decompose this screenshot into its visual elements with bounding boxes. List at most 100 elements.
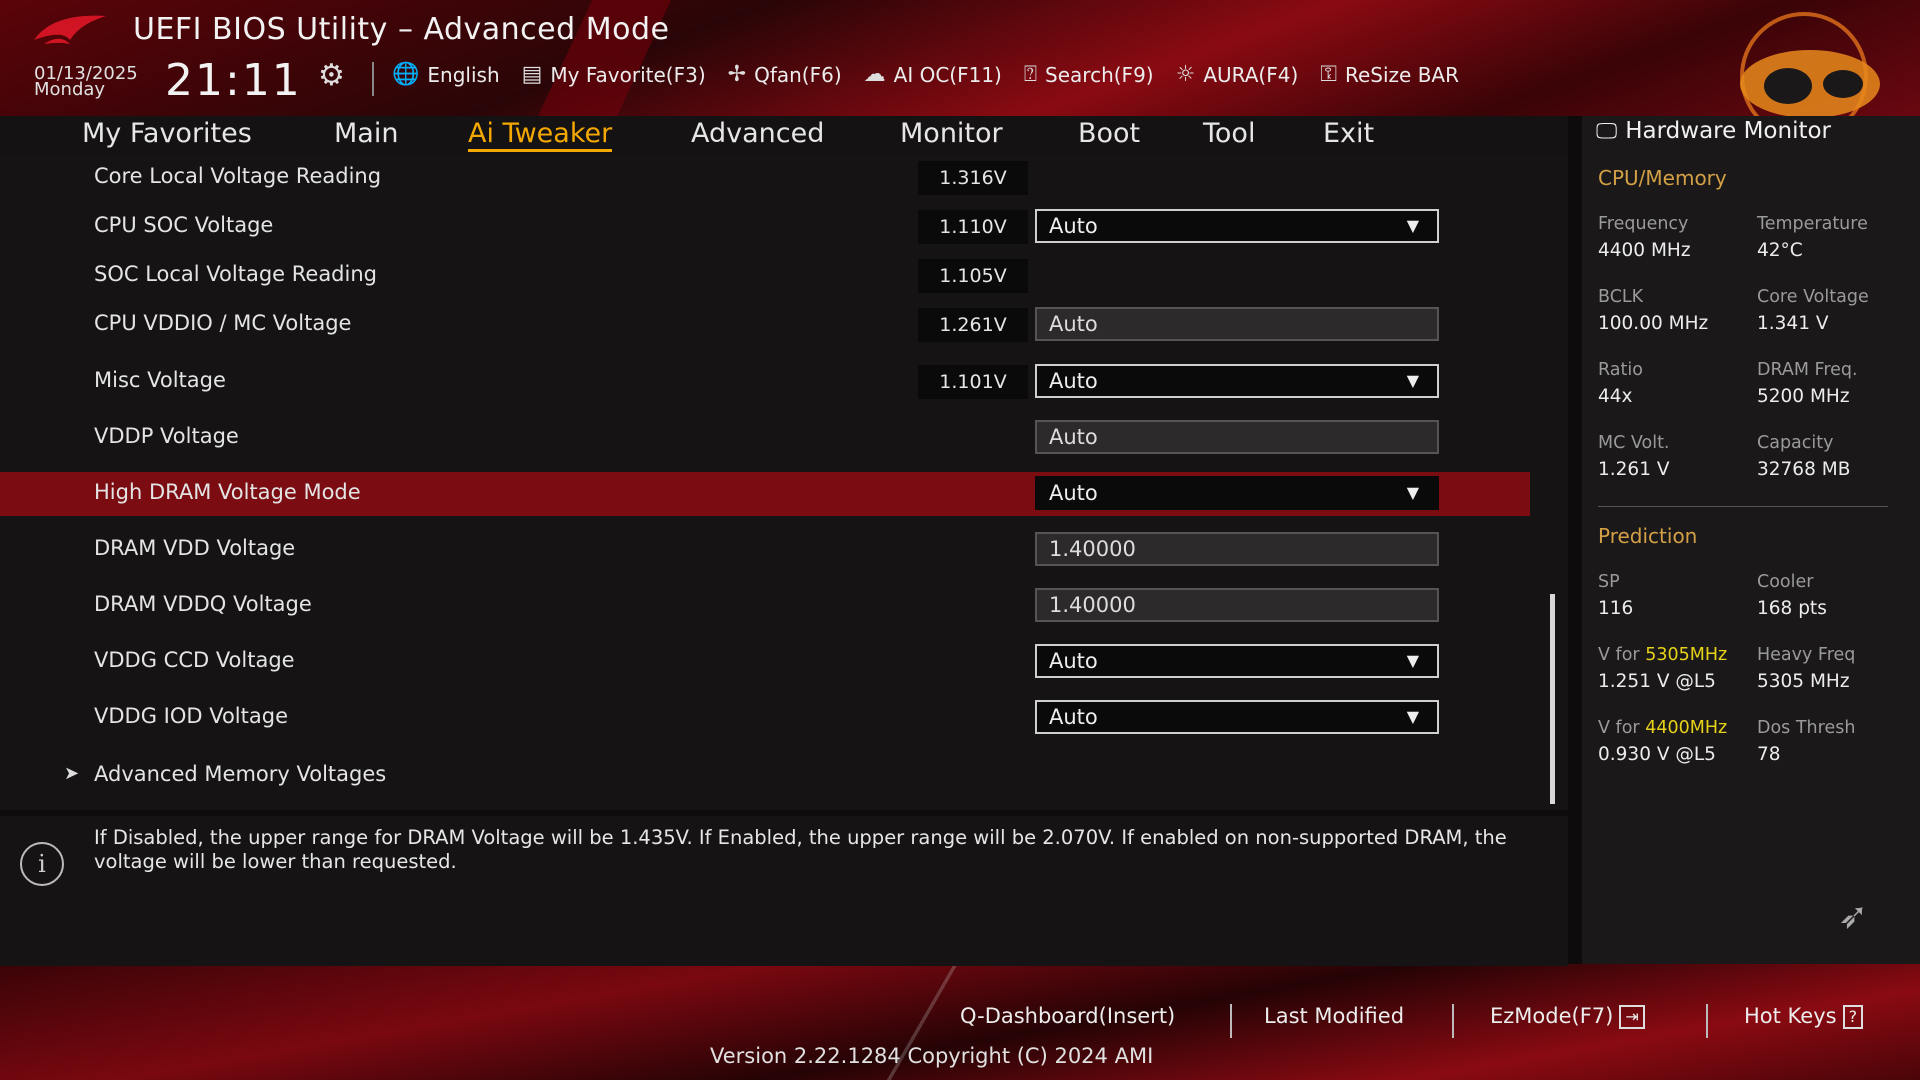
exit-arrow-icon: ⇥ — [1619, 1005, 1645, 1029]
ratio-value: 44x — [1598, 386, 1633, 407]
help-panel: i If Disabled, the upper range for DRAM … — [0, 816, 1568, 966]
setting-label: Misc Voltage — [94, 368, 226, 392]
high-dram-voltage-mode-dropdown[interactable]: Auto ▼ — [1035, 476, 1439, 510]
mc-volt-value: 1.261 V — [1598, 459, 1670, 480]
submenu-row[interactable]: ➤ Advanced Memory Voltages — [0, 754, 1530, 798]
frequency-label: Frequency — [1598, 214, 1689, 234]
cpu-memory-heading: CPU/Memory — [1598, 166, 1727, 190]
top-bar: UEFI BIOS Utility – Advanced Mode 01/13/… — [0, 0, 1920, 124]
sp-label: SP — [1598, 572, 1620, 592]
v-for-freq: 4400MHz — [1645, 718, 1728, 738]
setting-row[interactable]: DRAM VDDQ Voltage 1.40000 — [0, 584, 1530, 628]
ai-oc-button[interactable]: ☁ AI OC(F11) — [864, 62, 1002, 87]
dos-thresh-value: 78 — [1757, 744, 1781, 765]
core-voltage-label: Core Voltage — [1757, 287, 1869, 307]
aura-icon: ☼ — [1175, 62, 1196, 87]
setting-label: CPU VDDIO / MC Voltage — [94, 311, 352, 335]
setting-label: Core Local Voltage Reading — [94, 164, 382, 188]
info-icon: i — [20, 842, 64, 886]
help-question-icon: ? — [1842, 1005, 1864, 1029]
prediction-heading: Prediction — [1598, 524, 1698, 548]
tab-monitor[interactable]: Monitor — [900, 118, 1003, 149]
tab-exit[interactable]: Exit — [1323, 118, 1374, 149]
monitor-icon: 🖵 — [1596, 118, 1618, 144]
resize-bar-icon: ⚿ — [1320, 62, 1337, 87]
bclk-label: BCLK — [1598, 287, 1644, 307]
setting-row[interactable]: DRAM VDD Voltage 1.40000 — [0, 528, 1530, 572]
q-dashboard-button[interactable]: Q-Dashboard(Insert) — [960, 1004, 1175, 1028]
tab-tool[interactable]: Tool — [1203, 118, 1255, 149]
toolbar-divider — [372, 62, 374, 96]
v-for-freq: 5305MHz — [1645, 645, 1728, 665]
dropdown-arrow-icon: ▼ — [1406, 651, 1419, 670]
tab-advanced[interactable]: Advanced — [691, 118, 824, 149]
toolbar: 🌐 English ▤ My Favorite(F3) ✢ Qfan(F6) ☁ AI … — [392, 62, 1481, 87]
setting-row[interactable]: CPU SOC Voltage 1.110V Auto ▼ — [0, 205, 1530, 249]
qfan-button[interactable]: ✢ Qfan(F6) — [728, 62, 842, 87]
dropdown-arrow-icon: ▼ — [1406, 707, 1419, 726]
dram-vddq-voltage-field[interactable]: 1.40000 — [1035, 588, 1439, 622]
hardware-monitor-header: 🖵 Hardware Monitor — [1596, 118, 1832, 144]
date-display: 01/13/2025 Monday — [34, 65, 138, 100]
main-tabs: My Favorites Main Ai Tweaker Advanced Mo… — [0, 116, 1568, 156]
vddg-iod-voltage-dropdown[interactable]: Auto ▼ — [1035, 700, 1439, 734]
submenu-label: Advanced Memory Voltages — [94, 762, 387, 786]
temperature-value: 42°C — [1757, 240, 1803, 261]
dram-freq-label: DRAM Freq. — [1757, 360, 1858, 380]
resize-bar-button[interactable]: ⚿ ReSize BAR — [1320, 62, 1459, 87]
temperature-label: Temperature — [1757, 214, 1868, 234]
watermark-logo-icon — [1740, 12, 1880, 124]
rog-logo-icon — [34, 15, 106, 44]
language-button[interactable]: 🌐 English — [392, 62, 500, 87]
tab-boot[interactable]: Boot — [1078, 118, 1140, 149]
misc-voltage-dropdown[interactable]: Auto ▼ — [1035, 364, 1439, 398]
setting-row[interactable]: VDDG CCD Voltage Auto ▼ — [0, 640, 1530, 684]
setting-row[interactable]: Misc Voltage 1.101V Auto ▼ — [0, 360, 1530, 404]
dropdown-arrow-icon: ▼ — [1406, 216, 1419, 235]
tab-ai-tweaker[interactable]: Ai Tweaker — [468, 118, 613, 152]
setting-row[interactable]: Core Local Voltage Reading 1.316V — [0, 156, 1530, 200]
heavy-freq-label: Heavy Freq — [1757, 645, 1856, 665]
setting-row[interactable]: VDDG IOD Voltage Auto ▼ — [0, 696, 1530, 740]
search-icon: ⍰ — [1023, 62, 1038, 87]
vddg-ccd-voltage-dropdown[interactable]: Auto ▼ — [1035, 644, 1439, 678]
last-modified-button[interactable]: Last Modified — [1264, 1004, 1404, 1028]
cooler-label: Cooler — [1757, 572, 1814, 592]
search-button[interactable]: ⍰ Search(F9) — [1024, 62, 1154, 87]
dram-freq-value: 5200 MHz — [1757, 386, 1850, 407]
clock[interactable]: 21:11 — [165, 58, 302, 104]
tab-my-favorites[interactable]: My Favorites — [82, 118, 252, 149]
fan-icon: ✢ — [727, 62, 747, 87]
ratio-label: Ratio — [1598, 360, 1643, 380]
tab-main[interactable]: Main — [334, 118, 398, 149]
bottom-bar: Q-Dashboard(Insert) Last Modified EzMode… — [0, 964, 1920, 1080]
bclk-value: 100.00 MHz — [1598, 313, 1709, 334]
ezmode-button[interactable]: EzMode(F7) ⇥ — [1490, 1004, 1645, 1029]
heavy-freq-value: 5305 MHz — [1757, 671, 1850, 692]
gear-icon[interactable]: ⚙ — [318, 58, 345, 93]
setting-label: SOC Local Voltage Reading — [94, 262, 377, 286]
voltage-reading: 1.105V — [918, 259, 1028, 293]
hot-keys-button[interactable]: Hot Keys? — [1744, 1004, 1864, 1029]
scrollbar[interactable] — [1550, 594, 1555, 804]
v-for-label: V for 4400MHz — [1598, 718, 1728, 738]
setting-row[interactable]: CPU VDDIO / MC Voltage 1.261V Auto — [0, 303, 1530, 347]
my-favorite-button[interactable]: ▤ My Favorite(F3) — [522, 62, 706, 87]
sp-value: 116 — [1598, 598, 1634, 619]
submenu-arrow-icon: ➤ — [64, 763, 80, 784]
cpu-soc-voltage-dropdown[interactable]: Auto ▼ — [1035, 209, 1439, 243]
dram-vdd-voltage-field[interactable]: 1.40000 — [1035, 532, 1439, 566]
setting-label: VDDG IOD Voltage — [94, 704, 288, 728]
settings-panel: Core Local Voltage Reading 1.316V CPU SO… — [0, 156, 1568, 810]
setting-label: CPU SOC Voltage — [94, 213, 274, 237]
aura-button[interactable]: ☼ AURA(F4) — [1176, 62, 1299, 87]
v-for-label: V for 5305MHz — [1598, 645, 1728, 665]
setting-row[interactable]: SOC Local Voltage Reading 1.105V — [0, 254, 1530, 298]
weekday: Monday — [34, 79, 106, 100]
setting-row[interactable]: VDDP Voltage Auto — [0, 416, 1530, 460]
setting-row-selected[interactable]: High DRAM Voltage Mode Auto ▼ — [0, 472, 1530, 516]
voltage-reading: 1.261V — [918, 308, 1028, 342]
voltage-reading: 1.110V — [918, 210, 1028, 244]
mc-volt-label: MC Volt. — [1598, 433, 1670, 453]
core-voltage-value: 1.341 V — [1757, 313, 1829, 334]
